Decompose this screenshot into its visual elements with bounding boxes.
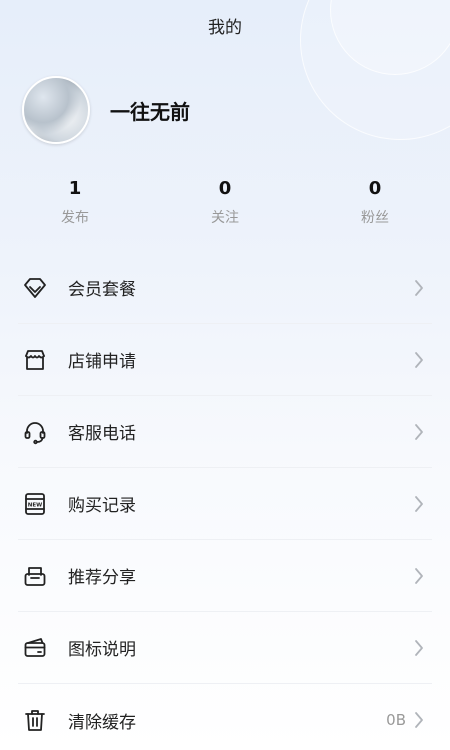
stat-posts[interactable]: 1 发布 bbox=[0, 175, 150, 227]
menu-item-label: 店铺申请 bbox=[68, 352, 136, 372]
chevron-right-icon bbox=[412, 566, 426, 586]
menu-item-purchase-history[interactable]: NEW 购买记录 bbox=[18, 468, 432, 540]
menu-list: 会员套餐 店铺申请 客服电话 NEW 购买记录 推荐分享 图标说明 清除缓存 0… bbox=[18, 252, 432, 750]
avatar[interactable] bbox=[22, 76, 90, 144]
chevron-right-icon bbox=[412, 350, 426, 370]
new-badge-icon: NEW bbox=[20, 489, 50, 519]
stat-label: 粉丝 bbox=[361, 210, 389, 226]
chevron-right-icon bbox=[412, 278, 426, 298]
chevron-right-icon bbox=[412, 494, 426, 514]
menu-item-store-apply[interactable]: 店铺申请 bbox=[18, 324, 432, 396]
stat-following[interactable]: 0 关注 bbox=[150, 175, 300, 227]
stat-value: 0 bbox=[368, 178, 382, 199]
stat-followers[interactable]: 0 粉丝 bbox=[300, 175, 450, 227]
username: 一往无前 bbox=[110, 99, 190, 124]
card-icon bbox=[20, 633, 50, 663]
profile-page: 我的 一往无前 1 发布 0 关注 0 粉丝 会员套餐 店铺申请 客服电话 NE… bbox=[0, 0, 450, 750]
stat-label: 关注 bbox=[211, 210, 239, 226]
store-icon bbox=[20, 345, 50, 375]
trash-icon bbox=[20, 705, 50, 735]
stat-value: 1 bbox=[68, 178, 82, 199]
top-bar: 我的 bbox=[0, 0, 450, 50]
menu-item-label: 客服电话 bbox=[68, 424, 136, 444]
chevron-right-icon bbox=[412, 710, 426, 730]
menu-item-label: 购买记录 bbox=[68, 496, 136, 516]
chevron-right-icon bbox=[412, 422, 426, 442]
chevron-right-icon bbox=[412, 638, 426, 658]
diamond-icon bbox=[20, 273, 50, 303]
svg-text:NEW: NEW bbox=[28, 502, 42, 508]
menu-item-label: 会员套餐 bbox=[68, 280, 136, 300]
profile-header[interactable]: 一往无前 bbox=[22, 75, 190, 145]
stat-label: 发布 bbox=[61, 210, 89, 226]
stat-value: 0 bbox=[218, 178, 232, 199]
menu-item-clear-cache[interactable]: 清除缓存 0B bbox=[18, 684, 432, 750]
menu-item-icon-guide[interactable]: 图标说明 bbox=[18, 612, 432, 684]
menu-item-customer-service[interactable]: 客服电话 bbox=[18, 396, 432, 468]
menu-item-label: 图标说明 bbox=[68, 640, 136, 660]
headset-icon bbox=[20, 417, 50, 447]
page-title: 我的 bbox=[208, 17, 242, 38]
menu-item-label: 清除缓存 bbox=[68, 712, 136, 733]
menu-item-membership[interactable]: 会员套餐 bbox=[18, 252, 432, 324]
menu-item-share[interactable]: 推荐分享 bbox=[18, 540, 432, 612]
menu-item-label: 推荐分享 bbox=[68, 568, 136, 588]
mail-share-icon bbox=[20, 561, 50, 591]
stats-row: 1 发布 0 关注 0 粉丝 bbox=[0, 175, 450, 227]
cache-size: 0B bbox=[386, 711, 406, 729]
